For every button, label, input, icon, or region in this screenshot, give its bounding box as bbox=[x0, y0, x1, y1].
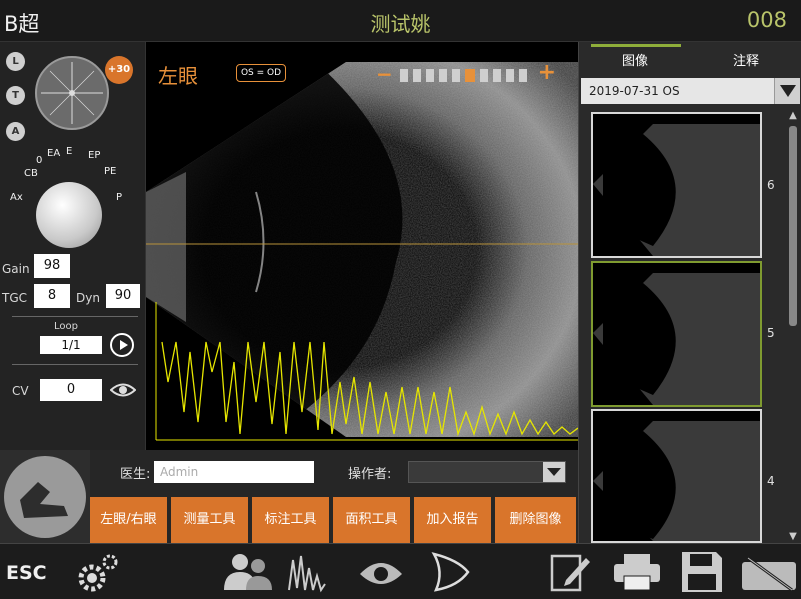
zoom-segment[interactable] bbox=[480, 69, 488, 82]
loop-label: Loop bbox=[54, 321, 78, 332]
tab-notes[interactable]: 注释 bbox=[691, 42, 801, 78]
operator-label: 操作者: bbox=[348, 467, 392, 482]
dial-label-e: E bbox=[66, 146, 73, 157]
thumbnail-scan bbox=[593, 421, 760, 541]
foot-pedal-button[interactable] bbox=[0, 450, 90, 543]
position-selector-knob[interactable] bbox=[36, 182, 102, 248]
patients-icon[interactable] bbox=[222, 550, 274, 594]
waveform-icon[interactable] bbox=[287, 550, 327, 594]
ultrasound-scan-image bbox=[146, 62, 578, 441]
divider bbox=[12, 364, 138, 365]
zoom-segment[interactable] bbox=[452, 69, 460, 82]
app-window: B超 测试姚 008 L T A +30 0 EA E EP PE CB Ax … bbox=[0, 0, 801, 599]
eye-side-label: 左眼 bbox=[158, 64, 198, 88]
zoom-segment[interactable] bbox=[439, 69, 447, 82]
dial-label-cb: CB bbox=[24, 168, 38, 179]
chevron-down-icon[interactable] bbox=[774, 78, 800, 104]
view-button-t[interactable]: T bbox=[6, 86, 25, 105]
doctor-input[interactable]: Admin bbox=[154, 461, 314, 483]
foot-pedal-icon bbox=[4, 456, 86, 538]
clock-dial-icon bbox=[41, 62, 103, 124]
dial-label-pe: PE bbox=[104, 166, 117, 177]
view-button-l[interactable]: L bbox=[6, 52, 25, 71]
zoom-in-button[interactable]: + bbox=[538, 62, 556, 84]
bottom-toolbar: ESC bbox=[0, 543, 801, 599]
chevron-down-icon[interactable] bbox=[543, 462, 565, 482]
exam-info-form: 医生: Admin 操作者: 左眼/右眼 测量工具 标注工具 面积工具 加入报告… bbox=[90, 450, 578, 543]
zoom-segment[interactable] bbox=[413, 69, 421, 82]
zoom-segment-active[interactable] bbox=[465, 69, 475, 82]
zoom-segment[interactable] bbox=[493, 69, 501, 82]
thumbnail-scrollbar[interactable]: ▲ ▼ bbox=[787, 110, 799, 543]
keyboard-icon[interactable] bbox=[740, 550, 798, 594]
scroll-down-icon[interactable]: ▼ bbox=[787, 531, 799, 543]
thumbnail-scan bbox=[593, 124, 760, 256]
zoom-control[interactable]: − + bbox=[376, 62, 556, 85]
patient-id: 008 bbox=[746, 8, 787, 32]
gain-input[interactable]: 98 bbox=[34, 254, 70, 278]
dyn-label: Dyn bbox=[76, 291, 100, 305]
print-icon[interactable] bbox=[612, 550, 662, 594]
tgc-input[interactable]: 8 bbox=[34, 284, 70, 308]
divider bbox=[12, 316, 138, 317]
doctor-label: 医生: bbox=[120, 467, 151, 482]
dial-label-ep: EP bbox=[88, 150, 101, 161]
zoom-out-button[interactable]: − bbox=[376, 64, 393, 84]
loop-input[interactable]: 1/1 bbox=[40, 336, 102, 354]
image-thumbnail-4[interactable] bbox=[591, 409, 762, 543]
ultrasound-image-view[interactable]: 左眼 OS = OD − + bbox=[146, 42, 578, 450]
view-button-a[interactable]: A bbox=[6, 122, 25, 141]
thumbnail-number-6: 6 bbox=[767, 178, 775, 192]
measure-tool-button[interactable]: 测量工具 bbox=[171, 497, 250, 543]
zoom-segment[interactable] bbox=[426, 69, 434, 82]
area-tool-button[interactable]: 面积工具 bbox=[333, 497, 412, 543]
dial-label-0: 0 bbox=[36, 155, 43, 166]
patient-name: 测试姚 bbox=[370, 12, 431, 36]
thumbnail-number-4: 4 bbox=[767, 474, 775, 488]
probe-icon[interactable] bbox=[428, 550, 472, 594]
add-to-report-button[interactable]: 加入报告 bbox=[414, 497, 493, 543]
scroll-up-icon[interactable]: ▲ bbox=[787, 110, 799, 122]
zoom-segment[interactable] bbox=[519, 69, 527, 82]
annotate-tool-button[interactable]: 标注工具 bbox=[252, 497, 331, 543]
exam-date-select[interactable]: 2019-07-31 OS bbox=[581, 78, 800, 104]
foot-shape bbox=[20, 482, 68, 518]
thumbnail-scan bbox=[593, 273, 760, 405]
angle-badge: +30 bbox=[105, 56, 133, 84]
title-bar: B超 测试姚 008 bbox=[0, 0, 801, 42]
probe-clock-dial[interactable] bbox=[35, 56, 109, 130]
thumbnail-number-5: 5 bbox=[767, 326, 775, 340]
esc-button[interactable]: ESC bbox=[6, 562, 47, 584]
play-icon[interactable] bbox=[110, 333, 134, 357]
dial-label-ea: EA bbox=[47, 148, 61, 159]
tgc-label: TGC bbox=[2, 291, 28, 305]
exam-date-value: 2019-07-31 OS bbox=[589, 84, 680, 98]
save-icon[interactable] bbox=[680, 550, 724, 594]
dial-label-p: P bbox=[116, 192, 123, 203]
dial-label-ax: Ax bbox=[10, 192, 23, 203]
scroll-thumb[interactable] bbox=[789, 126, 797, 326]
zoom-segment[interactable] bbox=[506, 69, 514, 82]
image-thumbnail-6[interactable] bbox=[591, 112, 762, 258]
cv-label: CV bbox=[12, 384, 29, 398]
cv-input[interactable]: 0 bbox=[40, 379, 102, 401]
delete-image-button[interactable]: 删除图像 bbox=[495, 497, 578, 543]
dyn-input[interactable]: 90 bbox=[106, 284, 140, 308]
image-thumbnail-5[interactable] bbox=[591, 261, 762, 407]
gain-label: Gain bbox=[2, 262, 30, 276]
eye-icon[interactable] bbox=[110, 382, 136, 398]
tab-images[interactable]: 图像 bbox=[579, 42, 691, 78]
zoom-segment[interactable] bbox=[400, 69, 408, 82]
edit-report-icon[interactable] bbox=[548, 550, 592, 594]
eye-scan-icon[interactable] bbox=[356, 550, 406, 594]
toggle-eye-button[interactable]: 左眼/右眼 bbox=[90, 497, 169, 543]
operator-select[interactable] bbox=[408, 461, 566, 483]
left-control-panel: L T A +30 0 EA E EP PE CB Ax P Gain 98 T… bbox=[0, 42, 146, 450]
image-list-panel: 图像 注释 2019-07-31 OS 6 5 4 ▲ ▼ bbox=[578, 42, 801, 543]
settings-icon[interactable] bbox=[74, 550, 122, 594]
os-od-badge[interactable]: OS = OD bbox=[236, 64, 286, 82]
